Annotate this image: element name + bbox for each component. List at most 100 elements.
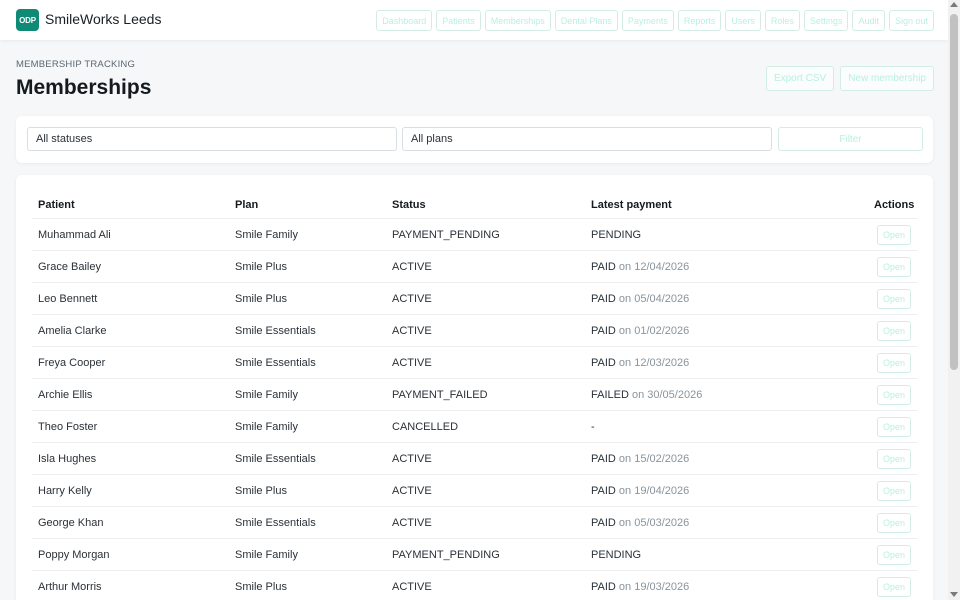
table-row: Amelia Clarke Smile Essentials ACTIVE PAID …: [32, 314, 917, 346]
cell-patient: Theo Foster: [38, 421, 98, 433]
payment-status: PAID: [591, 357, 616, 369]
table-row: Theo Foster Smile Family CANCELLED - Open: [32, 410, 917, 442]
open-button[interactable]: Open: [877, 577, 911, 597]
open-button[interactable]: Open: [877, 385, 911, 405]
cell-status: PAYMENT_PENDING: [392, 549, 500, 561]
nav-payments[interactable]: Payments: [621, 10, 674, 31]
column-header-patient[interactable]: Patient: [38, 199, 75, 211]
cell-patient: Isla Hughes: [38, 453, 97, 465]
open-button[interactable]: Open: [877, 449, 911, 469]
payment-status: PAID: [591, 293, 616, 305]
new-membership-button[interactable]: New membership: [840, 66, 934, 91]
cell-status: ACTIVE: [392, 357, 432, 369]
table-row: Muhammad Ali Smile Family PAYMENT_PENDING P…: [32, 218, 917, 250]
payment-status: PAID: [591, 261, 616, 273]
column-header-status[interactable]: Status: [392, 199, 426, 211]
table-row: Harry Kelly Smile Plus ACTIVE PAID on 19/04…: [32, 474, 917, 506]
cell-latest-payment: PAID on 15/02/2026: [591, 453, 689, 465]
nav-dental-plans[interactable]: Dental Plans: [554, 10, 618, 31]
scroll-up-arrow-icon[interactable]: [950, 2, 958, 7]
memberships-table: Patient Plan Status Latest payment Actio…: [16, 175, 933, 600]
column-header-latest-payment[interactable]: Latest payment: [591, 199, 672, 211]
cell-latest-payment: PAID on 01/02/2026: [591, 325, 689, 337]
payment-date: on 19/03/2026: [618, 581, 690, 593]
cell-patient: Freya Cooper: [38, 357, 106, 369]
filter-button[interactable]: Filter: [778, 127, 923, 151]
scroll-down-arrow-icon[interactable]: [950, 592, 958, 597]
nav-dashboard[interactable]: Dashboard: [376, 10, 433, 31]
cell-latest-payment: PAID on 05/04/2026: [591, 293, 689, 305]
cell-plan: Smile Family: [235, 421, 298, 433]
nav-settings[interactable]: Settings: [803, 10, 849, 31]
cell-status: ACTIVE: [392, 517, 432, 529]
payment-date: on 19/04/2026: [618, 485, 690, 497]
header-actions: Export CSV New membership: [765, 66, 934, 91]
cell-patient: Amelia Clarke: [38, 325, 107, 337]
payment-date: on 15/02/2026: [618, 453, 690, 465]
export-csv-button[interactable]: Export CSV: [765, 66, 835, 91]
open-button[interactable]: Open: [877, 289, 911, 309]
open-button[interactable]: Open: [877, 257, 911, 277]
payment-date: on 30/05/2026: [631, 389, 703, 401]
filter-bar: All statuses All plans Filter: [16, 116, 933, 163]
cell-status: ACTIVE: [392, 485, 432, 497]
cell-plan: Smile Essentials: [235, 453, 316, 465]
open-button[interactable]: Open: [877, 225, 911, 245]
cell-status: ACTIVE: [392, 261, 432, 273]
sign-out-button[interactable]: Sign out: [888, 10, 934, 31]
nav-patients[interactable]: Patients: [436, 10, 481, 31]
payment-status: PAID: [591, 453, 616, 465]
payment-status: PENDING: [591, 549, 642, 561]
nav-reports[interactable]: Reports: [677, 10, 722, 31]
nav-users[interactable]: Users: [725, 10, 761, 31]
cell-status: PAYMENT_FAILED: [392, 389, 488, 401]
cell-status: CANCELLED: [392, 421, 459, 433]
table-row: Archie Ellis Smile Family PAYMENT_FAILED FA…: [32, 378, 917, 410]
status-select[interactable]: All statuses: [27, 127, 397, 151]
plan-select[interactable]: All plans: [402, 127, 772, 151]
cell-status: ACTIVE: [392, 325, 432, 337]
open-button[interactable]: Open: [877, 321, 911, 341]
open-button[interactable]: Open: [877, 481, 911, 501]
cell-plan: Smile Plus: [235, 485, 287, 497]
table-row: Freya Cooper Smile Essentials ACTIVE PAID o…: [32, 346, 917, 378]
cell-latest-payment: PAID on 12/03/2026: [591, 357, 689, 369]
cell-latest-payment: PAID on 19/03/2026: [591, 581, 689, 593]
brand-logo[interactable]: ODP: [16, 9, 39, 31]
scroll-thumb[interactable]: [950, 14, 958, 370]
cell-latest-payment: FAILED on 30/05/2026: [591, 389, 702, 401]
nav-memberships[interactable]: Memberships: [484, 10, 551, 31]
open-button[interactable]: Open: [877, 513, 911, 533]
cell-patient: Grace Bailey: [38, 261, 101, 273]
cell-latest-payment: PENDING: [591, 229, 641, 241]
table-row: Arthur Morris Smile Plus ACTIVE PAID on 19/…: [32, 570, 917, 600]
cell-status: PAYMENT_PENDING: [392, 229, 500, 241]
open-button[interactable]: Open: [877, 545, 911, 565]
open-button[interactable]: Open: [877, 353, 911, 373]
column-header-plan[interactable]: Plan: [235, 199, 258, 211]
cell-status: ACTIVE: [392, 453, 432, 465]
payment-status: PENDING: [591, 229, 642, 241]
table-row: Poppy Morgan Smile Family PAYMENT_PENDING P…: [32, 538, 917, 570]
cell-patient: George Khan: [38, 517, 104, 529]
brand-name[interactable]: SmileWorks Leeds: [45, 11, 161, 27]
cell-plan: Smile Plus: [235, 581, 287, 593]
cell-latest-payment: PAID on 05/03/2026: [591, 517, 689, 529]
payment-date: on 05/03/2026: [618, 517, 690, 529]
nav-audit[interactable]: Audit: [852, 10, 885, 31]
page-scrollbar[interactable]: [948, 0, 960, 600]
cell-patient: Harry Kelly: [38, 485, 92, 497]
cell-latest-payment: PAID on 19/04/2026: [591, 485, 689, 497]
cell-plan: Smile Essentials: [235, 325, 316, 337]
cell-plan: Smile Family: [235, 389, 298, 401]
cell-plan: Smile Family: [235, 549, 298, 561]
payment-status: FAILED: [591, 389, 629, 401]
nav-roles[interactable]: Roles: [764, 10, 800, 31]
table-row: Grace Bailey Smile Plus ACTIVE PAID on 12/0…: [32, 250, 917, 282]
cell-status: ACTIVE: [392, 293, 432, 305]
cell-patient: Archie Ellis: [38, 389, 93, 401]
payment-status: PAID: [591, 485, 616, 497]
cell-patient: Muhammad Ali: [38, 229, 111, 241]
open-button[interactable]: Open: [877, 417, 911, 437]
payment-date: on 05/04/2026: [618, 293, 690, 305]
